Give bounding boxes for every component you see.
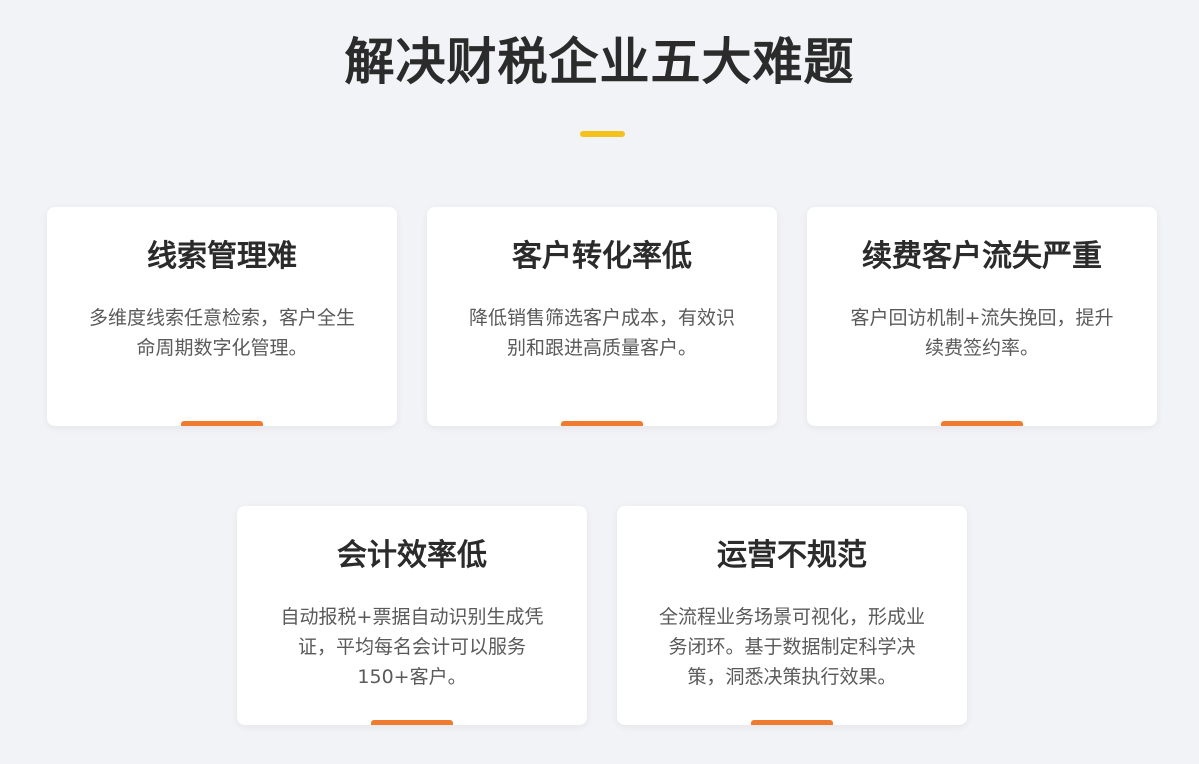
- card-title: 客户转化率低: [512, 239, 692, 274]
- card-accent-bar: [371, 720, 453, 725]
- problem-card-accounting-efficiency: 会计效率低 自动报税+票据自动识别生成凭证，平均每名会计可以服务150+客户。: [237, 506, 587, 725]
- card-description: 自动报税+票据自动识别生成凭证，平均每名会计可以服务150+客户。: [280, 606, 544, 688]
- card-accent-bar: [561, 421, 643, 426]
- card-accent-bar: [751, 720, 833, 725]
- card-description: 多维度线索任意检索，客户全生命周期数字化管理。: [88, 307, 355, 359]
- card-title: 续费客户流失严重: [862, 239, 1102, 274]
- card-title: 线索管理难: [147, 239, 297, 274]
- problem-card-lead-management: 线索管理难 多维度线索任意检索，客户全生命周期数字化管理。: [47, 207, 397, 426]
- card-description: 全流程业务场景可视化，形成业务闭环。基于数据制定科学决策，洞悉决策执行效果。: [658, 606, 925, 688]
- card-accent-bar: [181, 421, 263, 426]
- problem-card-conversion: 客户转化率低 降低销售筛选客户成本，有效识别和跟进高质量客户。: [427, 207, 777, 426]
- card-title: 运营不规范: [717, 538, 867, 573]
- card-description: 降低销售筛选客户成本，有效识别和跟进高质量客户。: [468, 307, 735, 359]
- page-title: 解决财税企业五大难题: [344, 33, 855, 91]
- problem-card-renewal-churn: 续费客户流失严重 客户回访机制+流失挽回，提升续费签约率。: [807, 207, 1157, 426]
- card-accent-bar: [941, 421, 1023, 426]
- card-title: 会计效率低: [337, 538, 487, 573]
- title-underline-bar: [580, 131, 625, 137]
- problem-card-operations: 运营不规范 全流程业务场景可视化，形成业务闭环。基于数据制定科学决策，洞悉决策执…: [617, 506, 967, 725]
- card-description: 客户回访机制+流失挽回，提升续费签约率。: [850, 307, 1114, 359]
